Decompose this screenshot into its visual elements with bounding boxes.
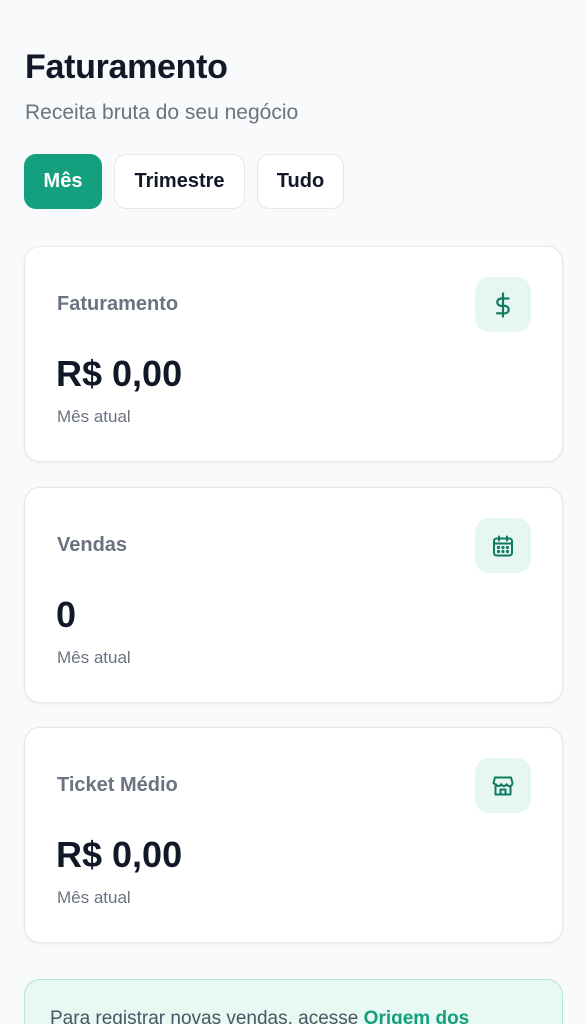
card-label: Vendas <box>57 534 128 556</box>
card-value: R$ 0,00 <box>56 834 183 875</box>
card-caption: Mês atual <box>57 888 131 907</box>
card-caption: Mês atual <box>57 407 131 426</box>
page-subtitle: Receita bruta do seu negócio <box>25 101 299 124</box>
dollar-icon <box>475 277 531 332</box>
filter-month-button[interactable]: Mês <box>24 154 102 209</box>
info-banner: Para registrar novas vendas, acesse Orig… <box>24 979 563 1024</box>
card-label: Faturamento <box>57 293 179 315</box>
page-title: Faturamento <box>25 48 228 86</box>
period-filter-tabs: Mês Trimestre Tudo <box>24 154 344 209</box>
card-value: R$ 0,00 <box>56 353 183 394</box>
origin-link[interactable]: Origem dos <box>364 1008 470 1024</box>
filter-all-button[interactable]: Tudo <box>257 154 344 209</box>
sales-card: Vendas 0 Mês atual <box>24 487 563 703</box>
card-caption: Mês atual <box>57 648 131 667</box>
store-icon <box>475 758 531 813</box>
filter-quarter-button[interactable]: Trimestre <box>114 154 245 209</box>
card-value: 0 <box>56 594 77 635</box>
billing-page: Faturamento Receita bruta do seu negócio… <box>0 0 587 1024</box>
calendar-icon <box>475 518 531 573</box>
average-ticket-card: Ticket Médio R$ 0,00 Mês atual <box>24 727 563 943</box>
card-label: Ticket Médio <box>57 774 178 796</box>
info-text: Para registrar novas vendas, acesse <box>50 1008 364 1024</box>
revenue-card: Faturamento R$ 0,00 Mês atual <box>24 246 563 462</box>
